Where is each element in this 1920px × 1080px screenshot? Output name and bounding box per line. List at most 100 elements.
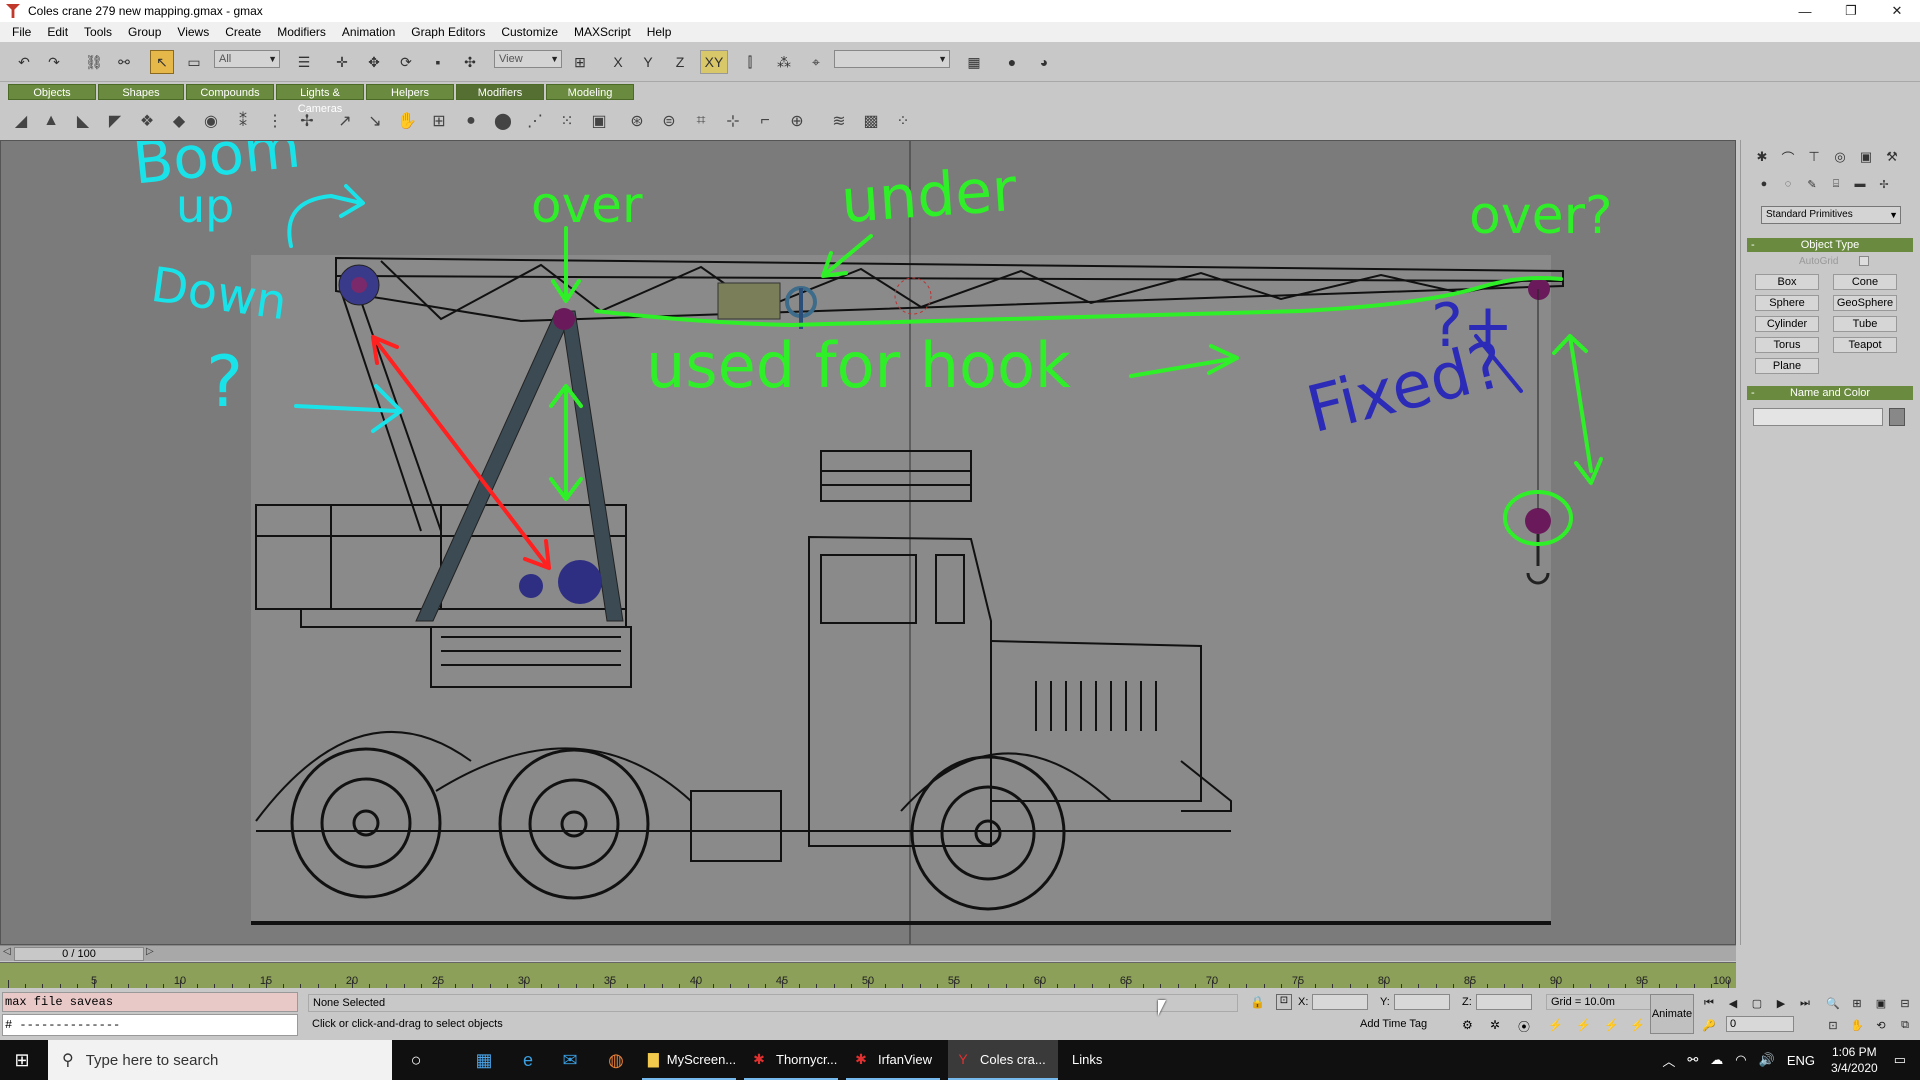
close-button[interactable]: ✕ [1874, 0, 1920, 22]
edit-mesh-icon[interactable]: ⊛ [626, 110, 648, 132]
play-icon[interactable]: ▢ [1748, 994, 1766, 1012]
modify-tab-icon[interactable]: ⌒ [1779, 148, 1797, 166]
angle-snap-icon[interactable]: ✲ [1490, 1018, 1500, 1032]
goto-start-icon[interactable]: ⏮ [1700, 994, 1718, 1012]
pan-icon[interactable]: ✋ [1848, 1016, 1866, 1034]
mail-icon[interactable]: ✉ [558, 1048, 582, 1072]
extrude-modifier-icon[interactable]: ↗ [334, 110, 356, 132]
goto-end-icon[interactable]: ⏭ [1796, 994, 1814, 1012]
zoom-all-icon[interactable]: ⊞ [1848, 994, 1866, 1012]
taskbar-app-gmax[interactable]: Y Coles cra... [948, 1040, 1058, 1080]
key-filter-icon[interactable]: ⚡ [1630, 1018, 1645, 1032]
menu-file[interactable]: File [4, 25, 39, 39]
menu-edit[interactable]: Edit [39, 25, 76, 39]
plane-button[interactable]: Plane [1755, 358, 1819, 374]
x-coord-field[interactable] [1312, 994, 1368, 1010]
snap-icon[interactable]: ⚙ [1462, 1018, 1473, 1032]
link-icon[interactable]: ⛓ [82, 50, 106, 74]
reference-coord-dropdown[interactable]: View [494, 50, 562, 68]
select-rotate-icon[interactable]: ⟳ [394, 50, 418, 74]
autogrid-checkbox[interactable] [1859, 256, 1869, 266]
select-by-name-icon[interactable]: ☰ [292, 50, 316, 74]
spherify-modifier-icon[interactable]: ◉ [200, 110, 222, 132]
mirror-icon[interactable]: ⫿ [738, 50, 762, 74]
percent-snap-icon[interactable]: ⦿ [1518, 1018, 1530, 1035]
edge-icon[interactable]: e [516, 1048, 540, 1072]
restrict-x-icon[interactable]: X [606, 50, 630, 74]
optimize-icon[interactable]: ▣ [588, 110, 610, 132]
schematic-icon[interactable]: ▦ [962, 50, 986, 74]
create-tab-icon[interactable]: ✱ [1753, 148, 1771, 166]
bend-modifier-icon[interactable]: ◢ [10, 110, 32, 132]
add-time-tag[interactable]: Add Time Tag [1360, 1018, 1427, 1030]
sphere-map-icon[interactable]: ● [460, 110, 482, 132]
taskbar-app-myscreen[interactable]: ▇ MyScreen... [642, 1040, 736, 1080]
menu-customize[interactable]: Customize [493, 25, 566, 39]
tab-helpers[interactable]: Helpers [366, 84, 454, 100]
edit-poly-icon[interactable]: ⊜ [658, 110, 680, 132]
geosphere-button[interactable]: GeoSphere [1833, 295, 1897, 311]
taskbar-links-toolbar[interactable]: Links [1072, 1052, 1102, 1067]
lattice-modifier-icon[interactable]: ⁑ [232, 110, 254, 132]
systems-icon[interactable]: ✢ [1875, 176, 1893, 192]
normal-icon[interactable]: ⌐ [754, 110, 776, 132]
current-frame-field[interactable]: 0 [1726, 1016, 1794, 1032]
pivot-icon[interactable]: ✣ [458, 50, 482, 74]
undo-icon[interactable]: ↶ [12, 50, 36, 74]
tab-objects[interactable]: Objects [8, 84, 96, 100]
bevel-modifier-icon[interactable]: ✋ [396, 110, 418, 132]
ripple-modifier-icon[interactable]: ◆ [168, 110, 190, 132]
cone-button[interactable]: Cone [1833, 274, 1897, 290]
menu-views[interactable]: Views [169, 25, 217, 39]
menu-help[interactable]: Help [639, 25, 680, 39]
vol-select-icon[interactable]: ⊕ [786, 110, 808, 132]
zoom-extents-all-icon[interactable]: ⊟ [1896, 994, 1914, 1012]
time-next-arrow[interactable]: ▷ [146, 946, 154, 957]
lights-icon[interactable]: ✎ [1803, 176, 1821, 192]
sphere-button[interactable]: Sphere [1755, 295, 1819, 311]
motion-tab-icon[interactable]: ◎ [1831, 148, 1849, 166]
notifications-icon[interactable]: ▭ [1894, 1052, 1906, 1068]
menu-maxscript[interactable]: MAXScript [566, 25, 639, 39]
tray-chevron-icon[interactable]: ︿ [1662, 1051, 1675, 1070]
named-selection-dropdown[interactable] [834, 50, 950, 68]
cylinder-map-icon[interactable]: ⬤ [492, 110, 514, 132]
select-scale-icon[interactable]: ▪ [426, 50, 450, 74]
track-bar[interactable]: 5 10 15 20 25 30 35 40 45 50 55 60 65 70 75 80 85 90 95 100 [0, 962, 1736, 988]
menu-graph-editors[interactable]: Graph Editors [403, 25, 493, 39]
network-tray-icon[interactable]: ⚯ [1687, 1052, 1698, 1068]
unlink-icon[interactable]: ⚯ [112, 50, 136, 74]
absolute-mode-icon[interactable]: ⊡ [1276, 994, 1292, 1010]
volume-tray-icon[interactable]: 🔊 [1759, 1052, 1775, 1068]
arc-rotate-icon[interactable]: ⟲ [1872, 1016, 1890, 1034]
animate-button[interactable]: Animate [1650, 994, 1694, 1034]
render-icon[interactable]: ◕ [1032, 50, 1056, 74]
select-object-icon[interactable]: ↖ [150, 50, 174, 74]
rectangle-selection-icon[interactable]: ▭ [182, 50, 206, 74]
taskbar-app-thornycroft[interactable]: ✱ Thornycr... [744, 1040, 838, 1080]
selection-filter-dropdown[interactable]: All [214, 50, 280, 68]
teapot-button[interactable]: Teapot [1833, 337, 1897, 353]
object-name-field[interactable] [1753, 408, 1883, 426]
zoom-icon[interactable]: 🔍 [1824, 994, 1842, 1012]
y-coord-field[interactable] [1394, 994, 1450, 1010]
minimize-button[interactable]: — [1782, 0, 1828, 22]
select-move-icon[interactable]: ✛ [330, 50, 354, 74]
maxscript-input-line[interactable]: # -------------- [2, 1014, 298, 1036]
redo-icon[interactable]: ↷ [42, 50, 66, 74]
cap-holes-icon[interactable]: ⊹ [722, 110, 744, 132]
viewport-front[interactable]: Boom up Down ? over under over? used for… [0, 140, 1736, 945]
menu-modifiers[interactable]: Modifiers [269, 25, 334, 39]
store-icon[interactable]: ▦ [472, 1048, 496, 1072]
display-tab-icon[interactable]: ▣ [1857, 148, 1875, 166]
helpers-icon[interactable]: ▬ [1851, 176, 1869, 192]
wifi-tray-icon[interactable]: ◠ [1735, 1052, 1746, 1068]
noise-modifier-icon[interactable]: ◤ [104, 110, 126, 132]
tab-modeling[interactable]: Modeling [546, 84, 634, 100]
wave-modifier-icon[interactable]: ❖ [136, 110, 158, 132]
spinner-snap-icon[interactable]: ⚡ [1548, 1018, 1563, 1032]
taper-modifier-icon[interactable]: ▲ [40, 110, 62, 132]
onedrive-tray-icon[interactable]: ☁ [1710, 1052, 1723, 1068]
primitive-type-dropdown[interactable]: Standard Primitives [1761, 206, 1901, 224]
align-icon[interactable]: ⌖ [804, 50, 828, 74]
